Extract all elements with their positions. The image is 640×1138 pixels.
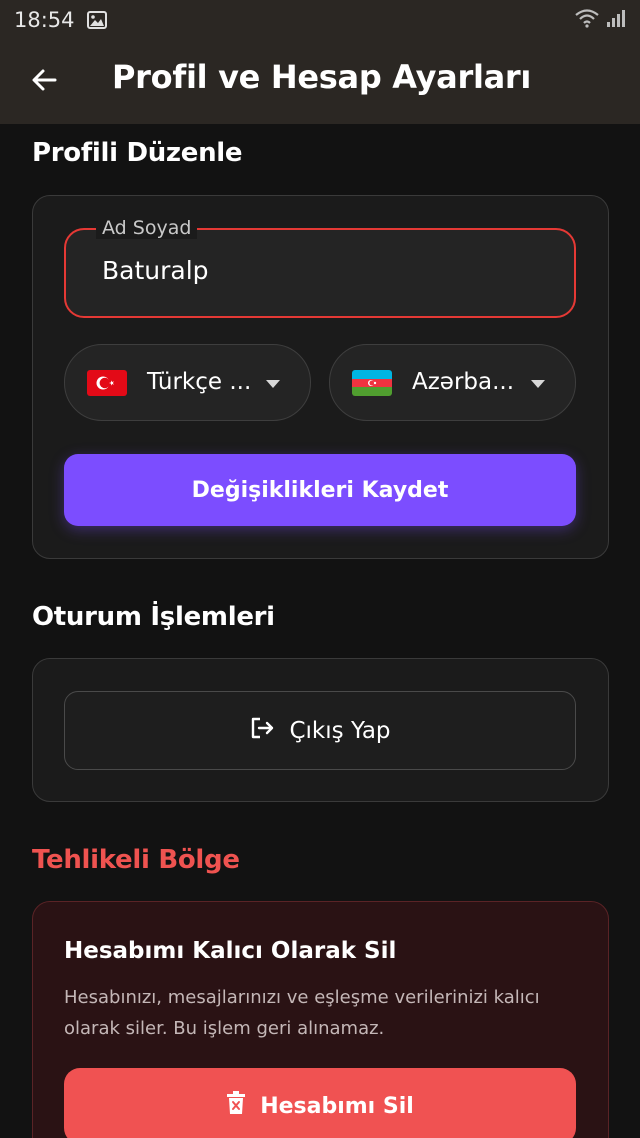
- country-select-value: Azərba...: [412, 369, 515, 395]
- delete-account-description: Hesabınızı, mesajlarınızı ve eşleşme ver…: [64, 987, 540, 1039]
- logout-button-label: Çıkış Yap: [289, 717, 391, 744]
- chevron-down-icon: [266, 380, 280, 388]
- save-changes-button[interactable]: Değişiklikleri Kaydet: [64, 454, 576, 526]
- logout-icon: [249, 715, 275, 747]
- azerbaijan-flag-icon: [352, 370, 392, 396]
- page-title: Profil ve Hesap Ayarları: [112, 58, 532, 96]
- status-bar: 18:54: [0, 0, 640, 40]
- status-icons: [574, 8, 626, 33]
- section-title-danger: Tehlikeli Bölge: [32, 845, 240, 875]
- name-field-label: Ad Soyad: [96, 217, 198, 239]
- app-bar: Profil ve Hesap Ayarları: [0, 40, 640, 124]
- name-field-value[interactable]: Baturalp: [102, 256, 209, 285]
- trash-icon: [226, 1091, 246, 1121]
- country-select[interactable]: Azərba...: [329, 344, 576, 421]
- status-time: 18:54: [14, 8, 75, 32]
- section-title-profile: Profili Düzenle: [32, 138, 243, 168]
- chevron-down-icon: [531, 380, 545, 388]
- delete-account-title: Hesabımı Kalıcı Olarak Sil: [64, 938, 397, 964]
- signal-icon: [606, 8, 626, 33]
- language-select[interactable]: Türkçe ...: [64, 344, 311, 421]
- back-button[interactable]: [26, 64, 62, 100]
- language-select-value: Türkçe ...: [147, 369, 252, 395]
- logout-button[interactable]: Çıkış Yap: [64, 691, 576, 770]
- arrow-left-icon: [30, 66, 58, 99]
- image-icon: [86, 11, 107, 29]
- delete-account-button-label: Hesabımı Sil: [260, 1093, 414, 1119]
- wifi-icon: [574, 8, 600, 33]
- section-title-session: Oturum İşlemleri: [32, 602, 275, 632]
- delete-account-button[interactable]: Hesabımı Sil: [64, 1068, 576, 1138]
- turkey-flag-icon: [87, 370, 127, 396]
